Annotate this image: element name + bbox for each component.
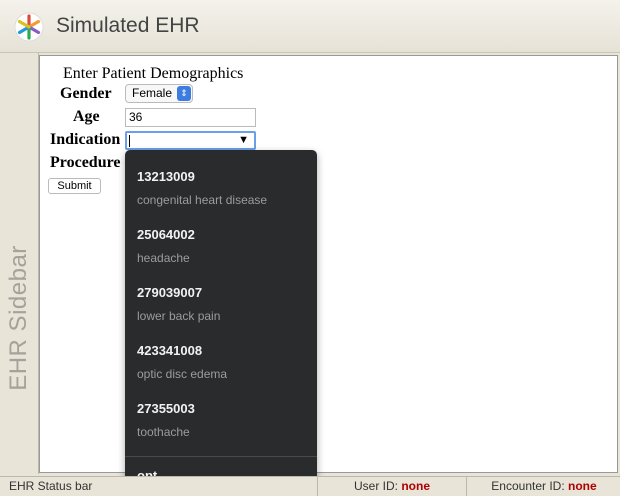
- gender-select-value: Female: [132, 86, 173, 100]
- procedure-label: Procedure: [50, 154, 121, 171]
- dropdown-divider: [125, 456, 317, 457]
- indication-label: Indication: [50, 131, 121, 148]
- dropdown-arrow-icon[interactable]: ▼: [238, 133, 249, 148]
- user-id-label: User ID:: [353, 479, 398, 493]
- option-description: toothache: [137, 425, 190, 439]
- form-title: Enter Patient Demographics: [63, 65, 244, 82]
- encounter-id-value: none: [568, 479, 597, 493]
- user-id-value: none: [401, 479, 431, 493]
- chevron-up-down-icon: ⇕: [177, 86, 191, 101]
- age-label: Age: [73, 108, 100, 125]
- sidebar-label: EHR Sidebar: [5, 245, 32, 391]
- indication-dropdown: 13213009 congenital heart disease 250640…: [125, 150, 317, 495]
- app-logo-icon: [14, 12, 44, 42]
- gender-label: Gender: [60, 85, 112, 102]
- status-label: EHR Status bar: [9, 479, 93, 493]
- submit-button[interactable]: Submit: [48, 178, 101, 194]
- encounter-id-label: Encounter ID:: [491, 479, 565, 493]
- option-description: congenital heart disease: [137, 193, 268, 207]
- text-cursor: [129, 135, 130, 147]
- user-id-field: User ID: none: [317, 477, 466, 496]
- dropdown-option[interactable]: 423341008 optic disc edema: [137, 343, 312, 381]
- option-description: headache: [137, 251, 190, 265]
- dropdown-option[interactable]: 13213009 congenital heart disease: [137, 169, 312, 207]
- option-code: 13213009: [137, 169, 195, 184]
- status-bar: EHR Status bar User ID: none Encounter I…: [0, 476, 620, 496]
- option-code: 279039007: [137, 285, 203, 300]
- option-code: 25064002: [137, 227, 195, 242]
- app-title: Simulated EHR: [56, 14, 200, 37]
- option-code: 27355003: [137, 401, 195, 416]
- app-header: Simulated EHR: [0, 0, 620, 53]
- indication-input[interactable]: ▼: [125, 131, 256, 150]
- age-input[interactable]: 36: [125, 108, 256, 127]
- option-description: optic disc edema: [137, 367, 228, 381]
- dropdown-option[interactable]: 27355003 toothache: [137, 401, 312, 439]
- dropdown-option[interactable]: 279039007 lower back pain: [137, 285, 312, 323]
- option-description: lower back pain: [137, 309, 221, 323]
- ehr-sidebar: EHR Sidebar: [0, 53, 39, 474]
- encounter-id-field: Encounter ID: none: [466, 477, 620, 496]
- option-code: 423341008: [137, 343, 203, 358]
- dropdown-option[interactable]: 25064002 headache: [137, 227, 312, 265]
- gender-select[interactable]: Female ⇕: [125, 84, 193, 103]
